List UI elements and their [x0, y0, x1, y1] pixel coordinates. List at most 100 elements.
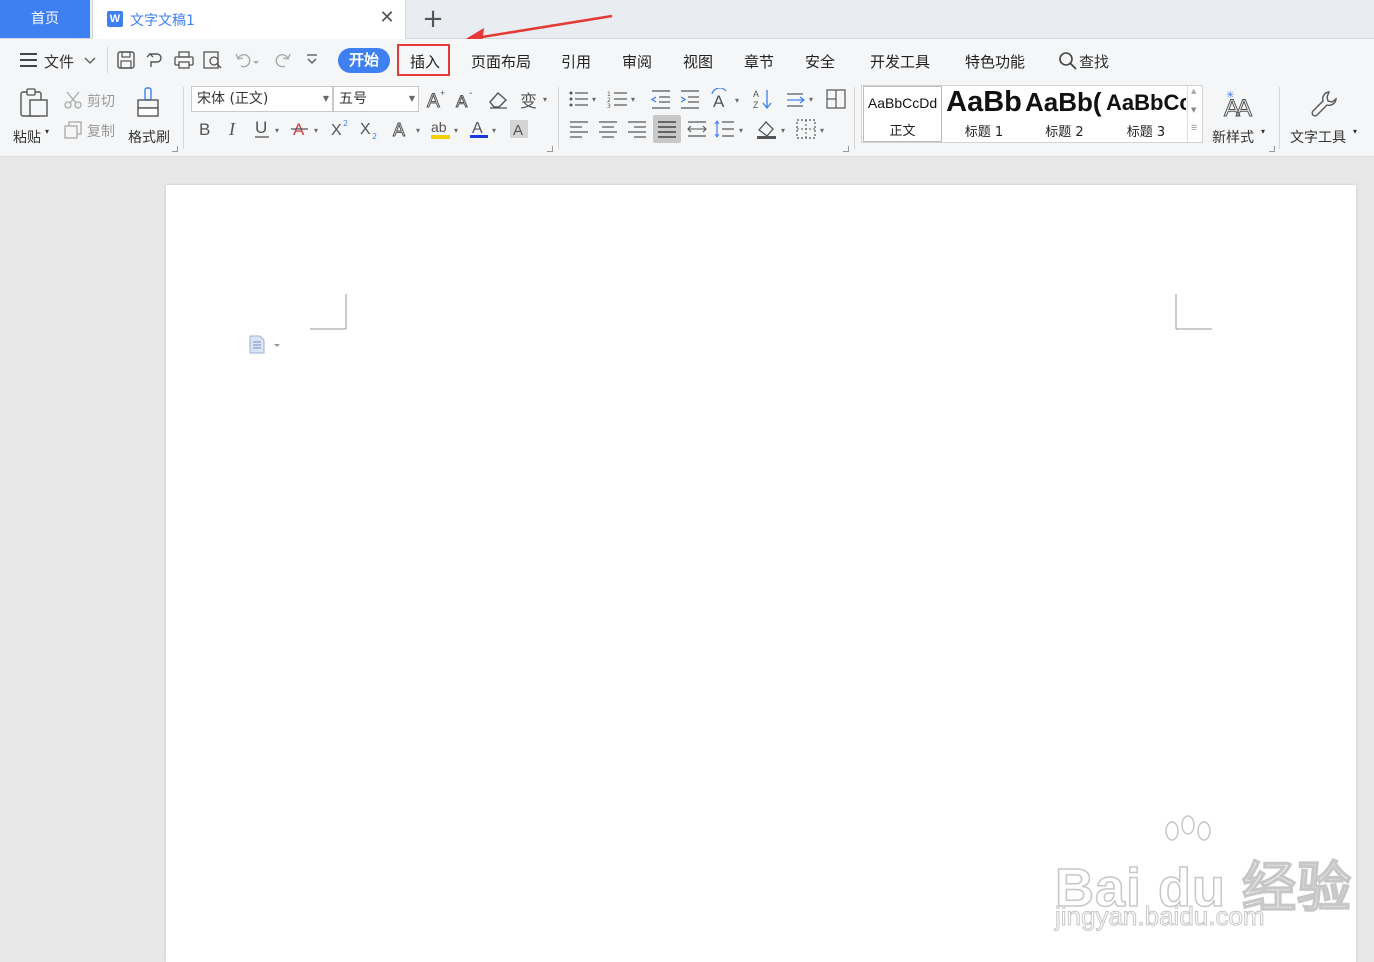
styles-more-icon[interactable]: ☰ [1191, 124, 1197, 132]
bullet-list-icon[interactable]: ▾ [568, 88, 602, 110]
svg-text:U: U [255, 118, 267, 137]
text-tools-button[interactable]: 文字工具 ▾ [1288, 85, 1364, 147]
style-name: 标题 2 [1045, 125, 1084, 140]
shading-icon[interactable]: ▾ [756, 118, 790, 140]
cut-label: 剪切 [87, 94, 115, 110]
svg-text:▾: ▾ [492, 126, 496, 135]
chevron-down-icon: ▼ [408, 94, 415, 103]
scissors-icon [64, 91, 82, 109]
style-heading-3[interactable]: AaBbCc 标题 3 [1106, 86, 1186, 142]
tab-developer-tools[interactable]: 开发工具 [870, 51, 930, 72]
align-right-icon[interactable] [626, 118, 648, 140]
text-effect-icon[interactable]: A ▾ [391, 118, 425, 141]
table-layout-icon[interactable] [825, 88, 847, 110]
tab-review[interactable]: 审阅 [622, 51, 652, 72]
svg-text:I: I [228, 119, 236, 139]
svg-text:▾: ▾ [275, 126, 279, 135]
superscript-icon[interactable]: X2 [329, 118, 351, 140]
wrench-icon [1311, 91, 1337, 117]
export-pdf-icon[interactable] [145, 51, 165, 71]
show-hide-marks-icon[interactable]: ▾ [785, 88, 819, 110]
save-icon[interactable] [116, 51, 136, 71]
numbered-list-icon[interactable]: 1 2 3 ▾ [607, 88, 641, 110]
tab-special-features[interactable]: 特色功能 [965, 51, 1025, 72]
svg-text:-: - [469, 88, 472, 99]
tab-view[interactable]: 视图 [683, 51, 713, 72]
svg-text:X: X [331, 122, 342, 139]
align-center-icon[interactable] [597, 118, 619, 140]
borders-icon[interactable]: ▾ [795, 118, 829, 140]
scroll-down-icon[interactable]: ▼ [1191, 106, 1196, 114]
document-tab[interactable]: W 文字文稿1 ✕ [92, 0, 406, 39]
strikethrough-icon[interactable]: A ▾ [290, 118, 324, 140]
copy-button[interactable]: 复制 [64, 119, 122, 141]
font-size-select[interactable]: 五号 ▼ [333, 86, 419, 112]
style-heading-2[interactable]: AaBb( 标题 2 [1025, 86, 1104, 142]
phonetic-guide-icon[interactable]: 变 ▾ [519, 88, 551, 112]
tab-page-layout[interactable]: 页面布局 [471, 51, 531, 72]
subscript-icon[interactable]: X2 [358, 118, 380, 141]
watermark: Bai du 经验 jingyan.baidu.com [1054, 815, 1355, 935]
font-color-icon[interactable]: A ▾ [469, 118, 503, 140]
tab-insert[interactable]: 插入 [410, 51, 440, 72]
bold-icon[interactable]: B [195, 118, 217, 140]
scroll-up-icon[interactable]: ▲ [1191, 87, 1196, 95]
svg-text:Z: Z [753, 100, 759, 110]
style-heading-1[interactable]: AaBb 标题 1 [944, 86, 1024, 142]
format-painter-button[interactable]: 格式刷 [126, 85, 176, 147]
italic-icon[interactable]: I [223, 118, 245, 140]
print-preview-icon[interactable] [203, 51, 223, 71]
style-name: 正文 [889, 124, 916, 139]
shrink-font-icon[interactable]: A- [455, 88, 477, 112]
new-style-button[interactable]: A A ✳ 新样式 ▾ [1207, 85, 1271, 147]
text-direction-icon[interactable]: A ▾ [710, 87, 744, 111]
tab-chapter[interactable]: 章节 [744, 51, 774, 72]
svg-text:变: 变 [520, 92, 537, 110]
align-left-icon[interactable] [568, 118, 590, 140]
redo-icon[interactable] [272, 51, 292, 71]
new-style-label: 新样式 [1212, 130, 1254, 146]
line-spacing-icon[interactable]: ▾ [714, 118, 748, 140]
highlight-icon[interactable]: ab ▾ [430, 118, 464, 140]
style-normal[interactable]: AaBbCcDd 正文 [863, 86, 942, 142]
increase-indent-icon[interactable] [679, 88, 701, 110]
distributed-align-icon[interactable] [686, 118, 708, 140]
paragraph-group-launcher[interactable] [843, 146, 849, 152]
tab-references[interactable]: 引用 [561, 51, 591, 72]
new-tab-button[interactable]: + [420, 4, 446, 34]
justify-icon[interactable] [653, 115, 681, 143]
styles-scroll[interactable]: ▲ ▼ ☰ [1187, 86, 1203, 142]
print-icon[interactable] [174, 51, 194, 71]
title-bar: 首页 W 文字文稿1 ✕ + [0, 0, 1374, 44]
character-shading-icon[interactable]: A [508, 118, 530, 140]
sort-icon[interactable]: AZ [752, 88, 774, 110]
search-command[interactable]: 查找 [1058, 49, 1118, 71]
underline-icon[interactable]: U ▾ [252, 118, 286, 140]
tab-start[interactable]: 开始 [338, 48, 390, 73]
svg-text:▾: ▾ [592, 95, 596, 104]
svg-text:▾: ▾ [454, 126, 458, 135]
style-sample: AaBb [946, 86, 1022, 118]
clear-formatting-icon[interactable] [487, 88, 509, 110]
search-icon [1059, 52, 1077, 70]
font-group-launcher[interactable] [547, 146, 553, 152]
decrease-indent-icon[interactable] [650, 88, 672, 110]
paragraph-layout-icon[interactable] [248, 335, 284, 355]
svg-text:3: 3 [607, 103, 611, 110]
customize-toolbar-icon[interactable] [302, 51, 322, 71]
close-tab-icon[interactable]: ✕ [377, 8, 397, 28]
paste-button[interactable]: 粘贴 ▾ [12, 85, 56, 147]
cut-button[interactable]: 剪切 [64, 89, 122, 111]
font-size-value: 五号 [339, 91, 367, 107]
font-name-select[interactable]: 宋体 (正文) ▼ [191, 86, 333, 112]
home-tab[interactable]: 首页 [0, 0, 90, 38]
grow-font-icon[interactable]: A + [426, 88, 448, 113]
styles-group-launcher[interactable] [1269, 146, 1275, 152]
svg-text:▾: ▾ [735, 96, 739, 105]
undo-icon[interactable] [234, 51, 259, 71]
text-tools-label: 文字工具 [1290, 130, 1346, 146]
svg-text:B: B [199, 120, 210, 139]
styles-gallery: AaBbCcDd 正文 AaBb 标题 1 AaBb( 标题 2 AaBbCc … [861, 85, 1203, 143]
clipboard-group-launcher[interactable] [172, 146, 178, 152]
tab-security[interactable]: 安全 [805, 51, 835, 72]
